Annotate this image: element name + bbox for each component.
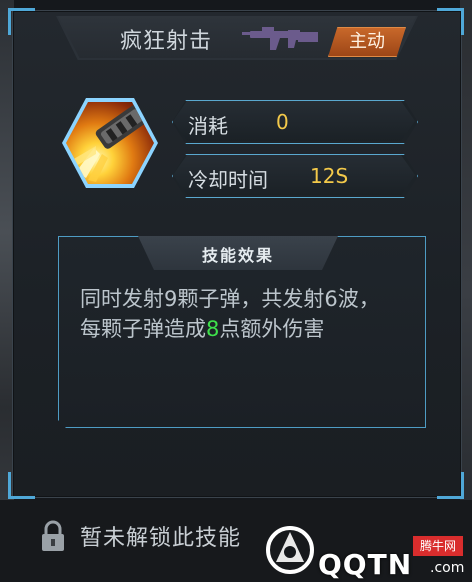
locked-skill-text: 暂未解锁此技能: [80, 526, 242, 551]
effect-text-part: 点额外伤害: [219, 317, 325, 341]
watermark-brand: QQTN: [318, 548, 413, 581]
skill-effect-description: 同时发射9颗子弹，共发射6波，每颗子弹造成8点额外伤害: [80, 284, 400, 344]
cooldown-label: 冷却时间: [188, 168, 268, 192]
machine-gun-icon: [242, 27, 318, 50]
skill-name: 疯狂射击: [120, 29, 213, 54]
skill-effect-title: 技能效果: [201, 246, 274, 265]
effect-highlight-value: 8: [206, 317, 220, 341]
cost-label: 消耗: [188, 114, 228, 138]
cost-value: 0: [276, 110, 289, 134]
cooldown-value: 12S: [310, 164, 349, 188]
corner-decoration: [8, 8, 35, 35]
qqtn-logo-icon: [266, 526, 314, 574]
corner-decoration: [8, 472, 35, 499]
watermark-badge: 腾牛网: [413, 536, 463, 556]
active-skill-tag: 主动: [328, 27, 406, 57]
watermark-suffix: .com: [430, 560, 465, 576]
corner-decoration: [437, 472, 464, 499]
lock-icon: [42, 520, 64, 551]
corner-decoration: [437, 8, 464, 35]
